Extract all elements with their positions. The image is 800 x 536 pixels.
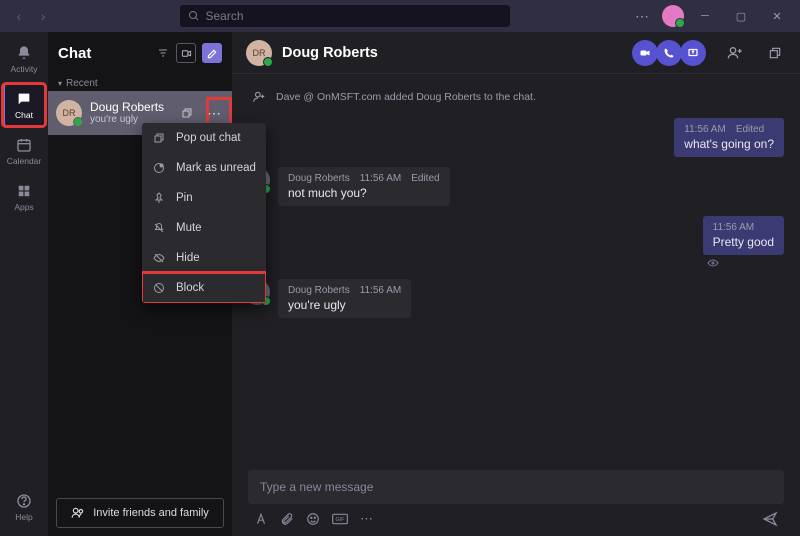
svg-text:GIF: GIF bbox=[336, 517, 346, 523]
chat-list-header: Chat bbox=[48, 32, 232, 74]
message-bubble[interactable]: 11:56 AMEdited what's going on? bbox=[674, 118, 784, 157]
nav-forward[interactable]: › bbox=[32, 5, 54, 27]
audio-call-button[interactable] bbox=[656, 40, 682, 66]
rail-chat[interactable]: Chat bbox=[3, 84, 45, 126]
titlebar: ‹ › Search ⋯ ─ ▢ ✕ bbox=[0, 0, 800, 32]
history-nav: ‹ › bbox=[8, 5, 54, 27]
rail-calendar[interactable]: Calendar bbox=[3, 130, 45, 172]
message-row: Doug Roberts11:56 AM you're ugly bbox=[244, 279, 784, 318]
message-bubble[interactable]: Doug Roberts11:56 AMEdited not much you? bbox=[278, 167, 450, 206]
invite-button[interactable]: Invite friends and family bbox=[56, 498, 224, 528]
menu-popout[interactable]: Pop out chat bbox=[142, 123, 266, 153]
popout-icon[interactable] bbox=[178, 106, 196, 120]
menu-block[interactable]: Block bbox=[142, 273, 266, 303]
settings-more-icon[interactable]: ⋯ bbox=[635, 8, 650, 25]
window-maximize[interactable]: ▢ bbox=[726, 4, 756, 28]
calendar-icon bbox=[15, 136, 33, 154]
search-input[interactable]: Search bbox=[180, 5, 510, 27]
video-call-button[interactable] bbox=[632, 40, 658, 66]
chat-list-panel: Chat Recent DR Doug Roberts you're ugly bbox=[48, 32, 232, 536]
chat-icon bbox=[15, 90, 33, 108]
menu-mute[interactable]: Mute bbox=[142, 213, 266, 243]
chat-context-menu: Pop out chat Mark as unread Pin bbox=[142, 123, 266, 303]
search-placeholder: Search bbox=[206, 9, 244, 23]
compose-area: Type a new message GIF ⋯ bbox=[248, 470, 784, 530]
message-bubble[interactable]: 11:56 AM Pretty good bbox=[703, 216, 784, 255]
window-minimize[interactable]: ─ bbox=[690, 4, 720, 28]
mute-icon bbox=[152, 222, 166, 234]
meet-now-icon[interactable] bbox=[176, 43, 196, 63]
message-bubble[interactable]: Doug Roberts11:56 AM you're ugly bbox=[278, 279, 411, 318]
person-add-icon bbox=[252, 90, 266, 104]
nav-back[interactable]: ‹ bbox=[8, 5, 30, 27]
share-screen-button[interactable] bbox=[680, 40, 706, 66]
chat-header-avatar: DR bbox=[246, 40, 272, 66]
window-close[interactable]: ✕ bbox=[762, 4, 792, 28]
compose-toolbar: GIF ⋯ bbox=[248, 504, 784, 530]
hide-icon bbox=[152, 252, 166, 264]
menu-mark-unread[interactable]: Mark as unread bbox=[142, 153, 266, 183]
add-people-icon[interactable] bbox=[724, 42, 746, 64]
rail-activity[interactable]: Activity bbox=[3, 38, 45, 80]
filter-icon[interactable] bbox=[156, 47, 170, 59]
invite-icon bbox=[71, 506, 85, 520]
block-icon bbox=[152, 282, 166, 294]
pin-icon bbox=[152, 192, 166, 204]
bell-icon bbox=[15, 44, 33, 62]
rail-help[interactable]: Help bbox=[3, 486, 45, 528]
chat-list-title: Chat bbox=[58, 45, 150, 62]
read-receipt-icon bbox=[707, 257, 784, 269]
send-button[interactable] bbox=[762, 511, 778, 527]
format-icon[interactable] bbox=[254, 512, 268, 526]
apps-icon bbox=[15, 182, 33, 200]
chat-main: DR Doug Roberts bbox=[232, 32, 800, 536]
compose-input[interactable]: Type a new message bbox=[248, 470, 784, 504]
gif-icon[interactable]: GIF bbox=[332, 513, 348, 525]
chat-item-name: Doug Roberts bbox=[90, 100, 170, 114]
emoji-icon[interactable] bbox=[306, 512, 320, 526]
system-message: Dave @ OnMSFT.com added Doug Roberts to … bbox=[252, 90, 784, 104]
chat-header: DR Doug Roberts bbox=[232, 32, 800, 74]
search-icon bbox=[188, 10, 200, 22]
new-chat-icon[interactable] bbox=[202, 43, 222, 63]
app-rail: Activity Chat Calendar Apps Help bbox=[0, 32, 48, 536]
message-row: 11:56 AM Pretty good bbox=[244, 216, 784, 269]
menu-hide[interactable]: Hide bbox=[142, 243, 266, 273]
popout-icon bbox=[152, 132, 166, 144]
help-icon bbox=[15, 492, 33, 510]
avatar: DR bbox=[56, 100, 82, 126]
attach-icon[interactable] bbox=[280, 512, 294, 526]
chat-header-name: Doug Roberts bbox=[282, 45, 622, 61]
rail-apps[interactable]: Apps bbox=[3, 176, 45, 218]
section-recent[interactable]: Recent bbox=[48, 74, 232, 91]
more-compose-icon[interactable]: ⋯ bbox=[360, 511, 373, 527]
message-row: Doug Roberts11:56 AMEdited not much you? bbox=[244, 167, 784, 206]
popout-chat-icon[interactable] bbox=[764, 42, 786, 64]
message-list: Dave @ OnMSFT.com added Doug Roberts to … bbox=[232, 74, 800, 466]
account-avatar[interactable] bbox=[662, 5, 684, 27]
unread-icon bbox=[152, 162, 166, 174]
message-row: 11:56 AMEdited what's going on? bbox=[244, 118, 784, 157]
menu-pin[interactable]: Pin bbox=[142, 183, 266, 213]
